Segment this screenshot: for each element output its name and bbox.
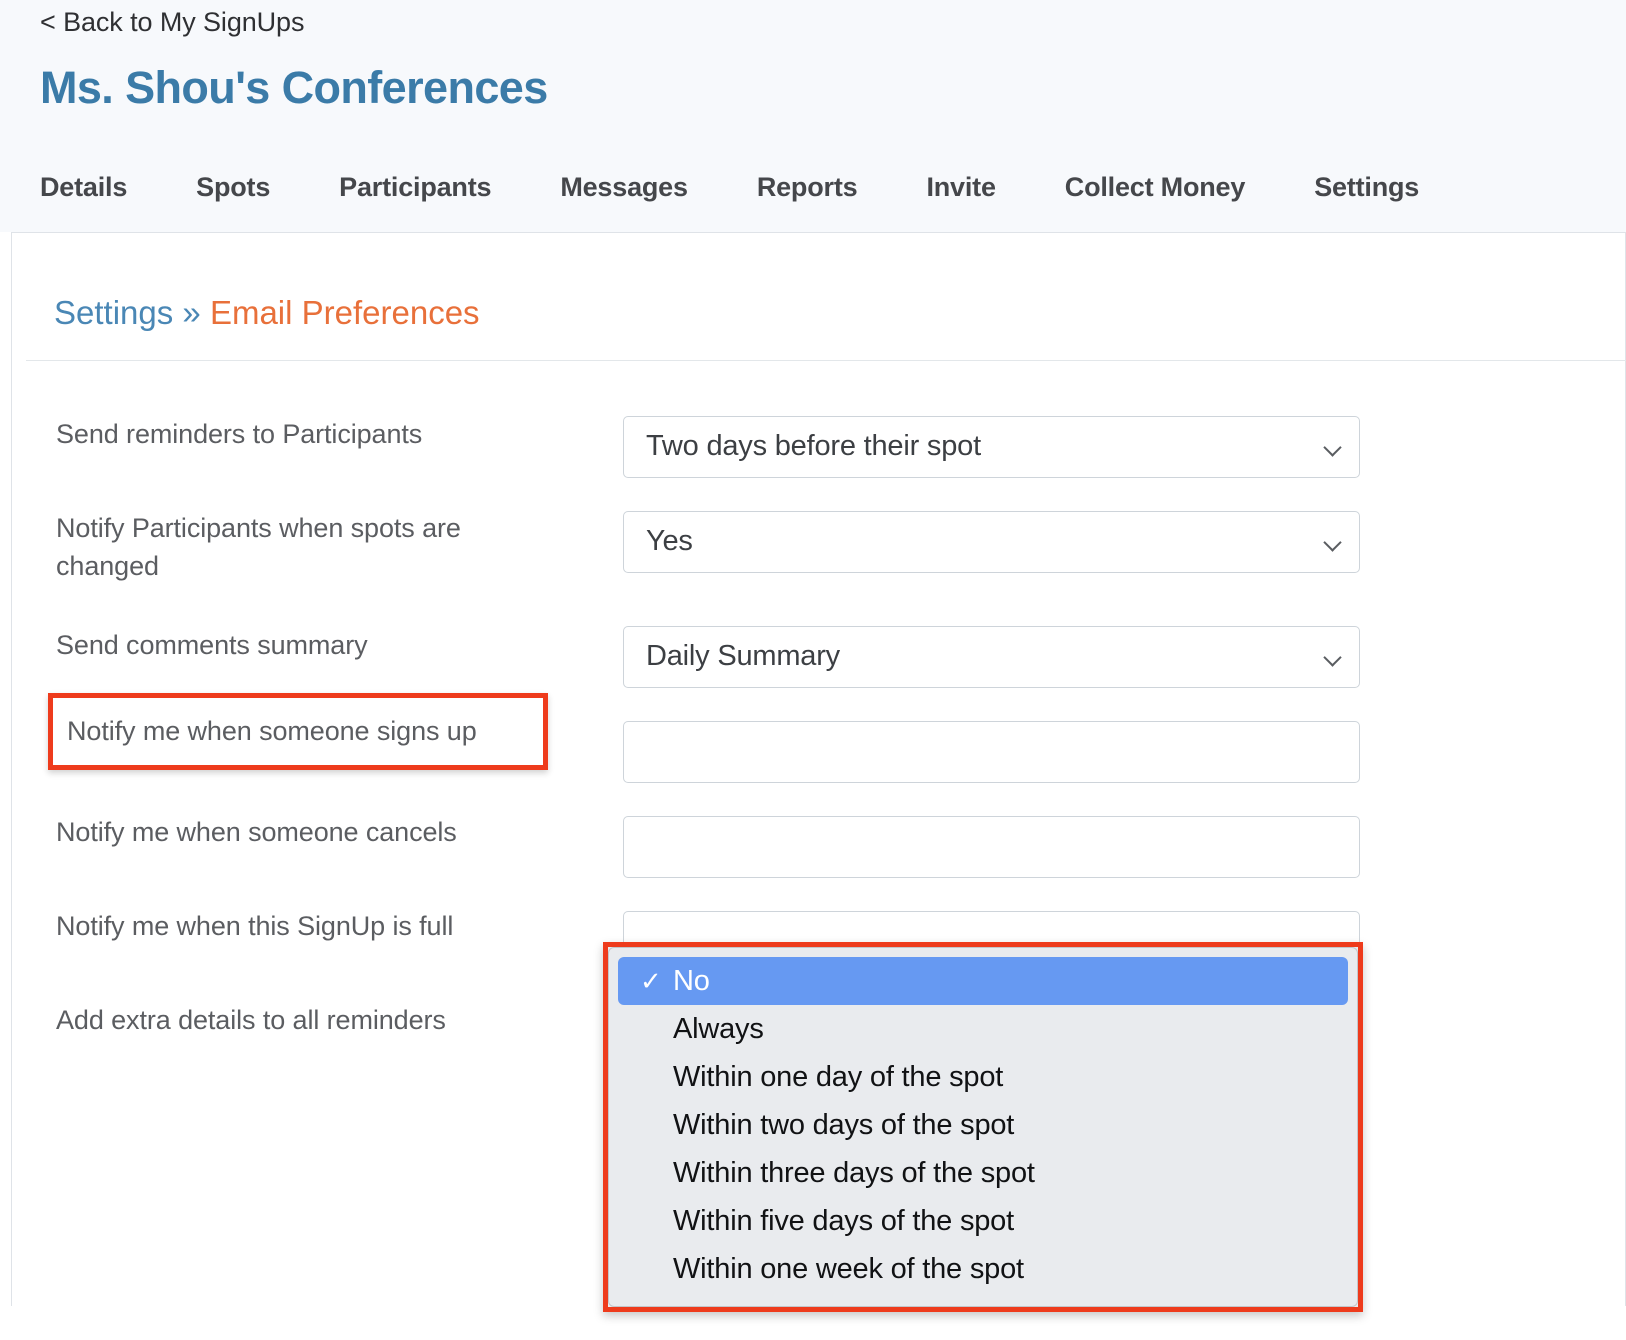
breadcrumb-settings[interactable]: Settings — [54, 294, 173, 331]
select-notify-participants-value: Yes — [646, 525, 693, 557]
select-notify-participants[interactable]: Yes — [623, 511, 1360, 573]
label-add-extra-details: Add extra details to all reminders — [56, 1005, 446, 1035]
main-nav-tabs: Details Spots Participants Messages Repo… — [40, 172, 1419, 203]
select-send-reminders[interactable]: Two days before their spot — [623, 416, 1360, 478]
dropdown-option-within-one-week[interactable]: Within one week of the spot — [618, 1245, 1348, 1293]
chevron-down-icon — [1326, 536, 1341, 551]
tab-collect-money[interactable]: Collect Money — [1065, 172, 1246, 203]
dropdown-option-label: Always — [673, 1013, 764, 1045]
check-icon: ✓ — [640, 966, 662, 996]
page-title: Ms. Shou's Conferences — [40, 62, 548, 113]
select-send-reminders-value: Two days before their spot — [646, 430, 981, 462]
email-preferences-page: < Back to My SignUps Ms. Shou's Conferen… — [0, 0, 1626, 1340]
tab-details[interactable]: Details — [40, 172, 127, 203]
select-notify-me-cancels[interactable] — [623, 816, 1360, 878]
dropdown-option-label: Within one week of the spot — [673, 1253, 1024, 1285]
dropdown-option-within-one-day[interactable]: Within one day of the spot — [618, 1053, 1348, 1101]
breadcrumb: Settings » Email Preferences — [54, 294, 480, 332]
dropdown-option-label: Within one day of the spot — [673, 1061, 1004, 1093]
label-notify-me-signs-up: Notify me when someone signs up — [67, 716, 477, 746]
dropdown-option-within-five-days[interactable]: Within five days of the spot — [618, 1197, 1348, 1245]
chevron-down-icon — [1326, 441, 1341, 456]
select-comments-summary[interactable]: Daily Summary — [623, 626, 1360, 688]
breadcrumb-current: Email Preferences — [209, 294, 480, 331]
tab-settings[interactable]: Settings — [1314, 172, 1419, 203]
label-send-reminders: Send reminders to Participants — [56, 419, 423, 449]
dropdown-option-within-two-days[interactable]: Within two days of the spot — [618, 1101, 1348, 1149]
label-notify-me-cancels: Notify me when someone cancels — [56, 817, 457, 847]
highlight-box-signs-up: Notify me when someone signs up — [48, 693, 548, 770]
dropdown-option-within-three-days[interactable]: Within three days of the spot — [618, 1149, 1348, 1197]
dropdown-option-label: No — [673, 965, 710, 997]
tab-reports[interactable]: Reports — [757, 172, 858, 203]
content-card: Settings » Email Preferences Send remind… — [11, 232, 1626, 1312]
dropdown-panel: ✓ No Always Within one day of the spot W… — [608, 947, 1358, 1307]
select-comments-summary-value: Daily Summary — [646, 640, 840, 672]
dropdown-option-label: Within three days of the spot — [673, 1157, 1035, 1189]
breadcrumb-separator: » — [182, 294, 201, 331]
dropdown-option-always[interactable]: Always — [618, 1005, 1348, 1053]
label-send-comments-summary: Send comments summary — [56, 630, 368, 660]
dropdown-option-label: Within five days of the spot — [673, 1205, 1014, 1237]
tab-participants[interactable]: Participants — [339, 172, 491, 203]
label-notify-me-signup-full: Notify me when this SignUp is full — [56, 911, 454, 941]
label-notify-participants-spots-changed: Notify Participants when spots are chang… — [56, 513, 461, 582]
tab-messages[interactable]: Messages — [560, 172, 688, 203]
back-to-my-signups-link[interactable]: < Back to My SignUps — [40, 7, 304, 38]
dropdown-option-no[interactable]: ✓ No — [618, 957, 1348, 1005]
tab-spots[interactable]: Spots — [196, 172, 270, 203]
page-header: < Back to My SignUps Ms. Shou's Conferen… — [0, 0, 1626, 232]
chevron-down-icon — [1326, 651, 1341, 666]
select-notify-me-signs-up[interactable] — [623, 721, 1360, 783]
content-divider — [26, 360, 1626, 361]
dropdown-popup-signs-up: ✓ No Always Within one day of the spot W… — [603, 942, 1363, 1312]
dropdown-option-list: ✓ No Always Within one day of the spot W… — [609, 957, 1357, 1293]
dropdown-option-label: Within two days of the spot — [673, 1109, 1015, 1141]
tab-invite[interactable]: Invite — [926, 172, 996, 203]
